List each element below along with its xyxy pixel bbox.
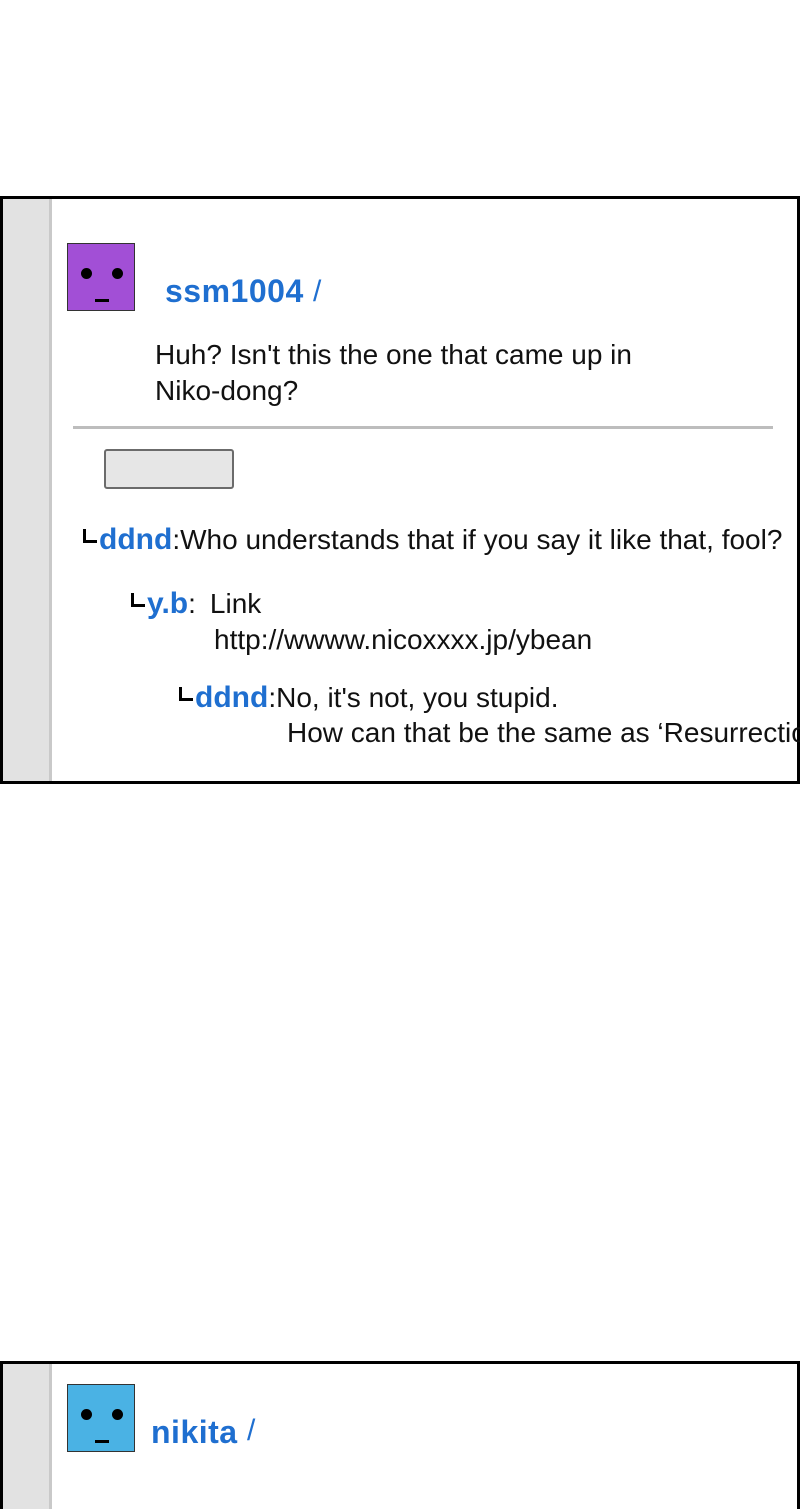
reply-item: ddnd:No, it's not, you stupid. xyxy=(179,681,558,715)
comment-panel: ssm1004 / Huh? Isn't this the one that c… xyxy=(0,196,800,784)
avatar-eye xyxy=(112,1409,123,1420)
reply-link[interactable]: http://wwww.nicoxxxx.jp/ybean xyxy=(214,624,592,656)
avatar-mouth xyxy=(95,299,109,302)
side-bar xyxy=(3,1364,52,1509)
username-slash: / xyxy=(247,1414,256,1447)
reply-arrow-icon xyxy=(131,593,145,607)
reply-username[interactable]: y.b xyxy=(147,587,188,620)
divider xyxy=(73,426,773,429)
avatar-eye xyxy=(81,268,92,279)
reply-button[interactable] xyxy=(104,449,234,489)
reply-arrow-icon xyxy=(83,529,97,543)
reply-username[interactable]: ddnd xyxy=(195,681,268,714)
reply-arrow-icon xyxy=(179,687,193,701)
reply-separator: : xyxy=(188,588,196,619)
reply-text: Link xyxy=(209,588,262,619)
reply-text: How can that be the same as ‘Resurrectio… xyxy=(287,717,800,748)
avatar-mouth xyxy=(95,1440,109,1443)
username[interactable]: nikita xyxy=(151,1414,238,1451)
reply-text: Who understands that if you say it like … xyxy=(180,524,783,555)
comment-text-line: Huh? Isn't this the one that came up in xyxy=(155,339,632,370)
comment-text-line: Niko-dong? xyxy=(155,375,299,406)
avatar-eye xyxy=(81,1409,92,1420)
reply-separator: : xyxy=(172,524,181,555)
user-avatar[interactable] xyxy=(67,1384,135,1452)
reply-username[interactable]: ddnd xyxy=(99,523,172,556)
user-avatar[interactable] xyxy=(67,243,135,311)
reply-item: ddnd:Who understands that if you say it … xyxy=(83,523,782,557)
avatar-eye xyxy=(112,268,123,279)
reply-item: y.b: Link xyxy=(131,587,261,621)
username[interactable]: ssm1004 xyxy=(165,273,304,310)
reply-text: No, it's not, you stupid. xyxy=(276,682,559,713)
side-bar xyxy=(3,199,52,781)
reply-separator: : xyxy=(268,682,277,713)
comment-panel: nikita / xyxy=(0,1361,800,1509)
username-slash: / xyxy=(313,275,322,308)
